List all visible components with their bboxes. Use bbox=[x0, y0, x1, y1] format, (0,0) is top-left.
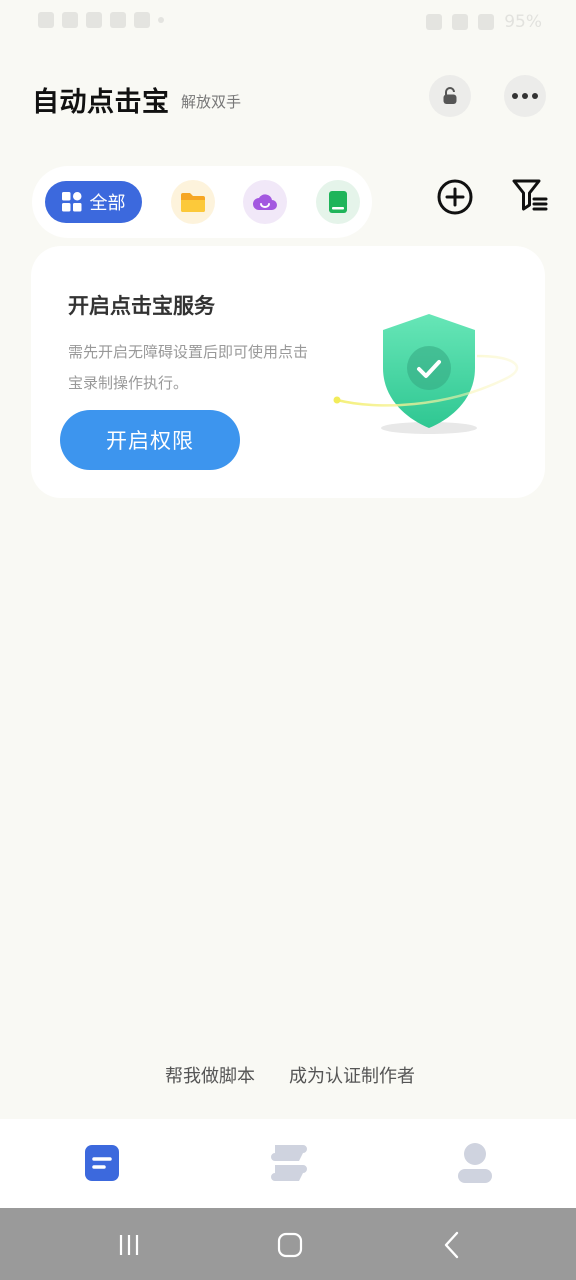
image-icon bbox=[110, 12, 126, 28]
signal-icon bbox=[38, 12, 54, 28]
back-chevron-icon bbox=[444, 1231, 459, 1259]
back-button[interactable] bbox=[437, 1230, 467, 1260]
lock-button[interactable] bbox=[429, 75, 471, 117]
status-icons-right: 95% bbox=[426, 12, 542, 32]
filter-button[interactable] bbox=[511, 177, 549, 215]
plus-circle-icon bbox=[437, 179, 473, 215]
card-title: 开启点击宝服务 bbox=[68, 294, 215, 318]
book-icon bbox=[329, 191, 347, 213]
nav-home-tab[interactable] bbox=[82, 1141, 122, 1185]
category-folder-tab[interactable] bbox=[171, 180, 215, 224]
message-icon bbox=[86, 12, 102, 28]
enable-permission-button[interactable]: 开启权限 bbox=[60, 410, 240, 470]
status-icons-left bbox=[38, 12, 164, 28]
battery-level: 95% bbox=[504, 12, 542, 32]
add-button[interactable] bbox=[436, 178, 474, 216]
nav-profile-tab[interactable] bbox=[455, 1141, 495, 1185]
filter-icon bbox=[512, 179, 548, 211]
recent-apps-button[interactable] bbox=[114, 1230, 144, 1260]
recent-apps-icon bbox=[119, 1235, 139, 1255]
notification-icon bbox=[62, 12, 78, 28]
category-bar: 全部 bbox=[32, 166, 372, 238]
lock-icon bbox=[443, 87, 457, 104]
bottom-links: 帮我做脚本 成为认证制作者 bbox=[0, 1062, 576, 1088]
folder-icon bbox=[181, 193, 205, 212]
shield-check-icon bbox=[333, 314, 519, 434]
dot-icon bbox=[158, 17, 164, 23]
app-subtitle: 解放双手 bbox=[181, 93, 242, 111]
bottom-nav bbox=[0, 1119, 576, 1208]
become-author-link[interactable]: 成为认证制作者 bbox=[285, 1062, 415, 1088]
user-icon bbox=[458, 1143, 492, 1183]
category-cloud-tab[interactable] bbox=[243, 180, 287, 224]
cloud-icon bbox=[253, 194, 277, 210]
category-all-label: 全部 bbox=[89, 193, 126, 214]
app-icon bbox=[134, 12, 150, 28]
status-bar: 95% bbox=[0, 0, 576, 46]
service-card: 开启点击宝服务 需先开启无障碍设置后即可使用点击宝录制操作执行。 开启权限 bbox=[31, 246, 545, 498]
nav-library-tab[interactable] bbox=[268, 1141, 308, 1185]
signal-strength-icon bbox=[478, 14, 495, 30]
document-icon bbox=[85, 1145, 119, 1181]
help-script-link[interactable]: 帮我做脚本 bbox=[161, 1062, 255, 1088]
home-icon bbox=[277, 1232, 303, 1258]
mute-icon bbox=[426, 14, 443, 30]
home-button[interactable] bbox=[275, 1230, 305, 1260]
more-button[interactable] bbox=[504, 75, 546, 117]
system-nav-bar bbox=[0, 1208, 576, 1280]
layers-icon bbox=[271, 1145, 307, 1181]
grid-icon bbox=[61, 192, 81, 212]
category-all-tab[interactable]: 全部 bbox=[45, 181, 142, 223]
card-description: 需先开启无障碍设置后即可使用点击宝录制操作执行。 bbox=[68, 343, 309, 392]
more-dots-icon bbox=[512, 93, 538, 99]
app-title: 自动点击宝 bbox=[32, 87, 170, 118]
category-book-tab[interactable] bbox=[316, 180, 360, 224]
wifi-icon bbox=[452, 14, 469, 30]
